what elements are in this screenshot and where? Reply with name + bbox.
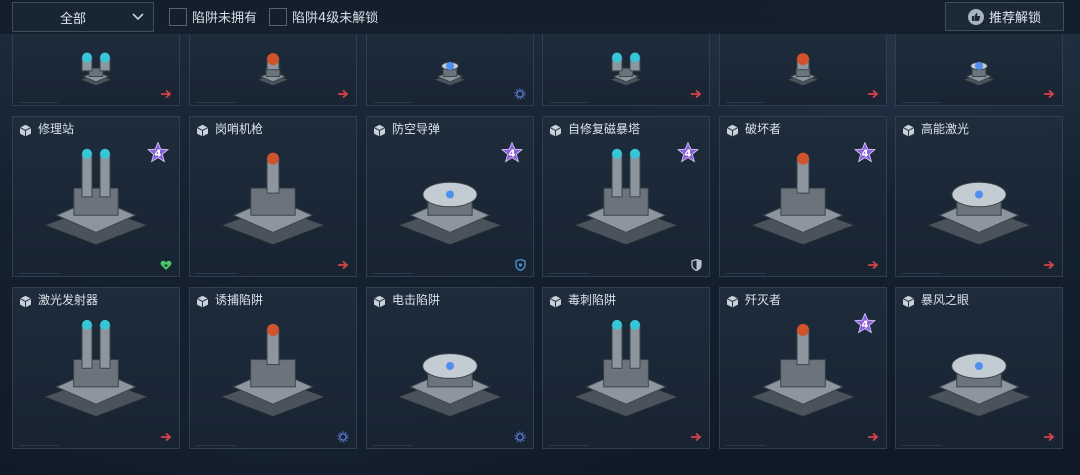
card-divider xyxy=(549,102,589,103)
category-dropdown-value: 全部 xyxy=(59,11,86,27)
svg-text:4: 4 xyxy=(509,149,516,160)
arrow-right-icon[interactable] xyxy=(159,431,173,443)
svg-text:4: 4 xyxy=(862,320,869,331)
card-divider xyxy=(726,102,766,103)
trap-image xyxy=(190,47,356,89)
card-divider xyxy=(19,445,59,446)
trap-image xyxy=(543,304,709,432)
trap-image xyxy=(367,47,533,89)
card-divider xyxy=(19,273,59,274)
arrow-right-icon[interactable] xyxy=(866,431,880,443)
card-divider xyxy=(902,445,942,446)
trap-card[interactable]: 防空导弹 4 xyxy=(366,116,534,277)
card-divider xyxy=(902,273,942,274)
trap-card[interactable]: 激光发射器 xyxy=(12,287,180,449)
trap-card[interactable] xyxy=(542,30,710,106)
filter-bar: 全部 陷阱未拥有 陷阱4级未解锁 推荐解锁 xyxy=(0,0,1080,34)
trap-card[interactable]: 岗哨机枪 xyxy=(189,116,357,277)
svg-text:4: 4 xyxy=(685,149,692,160)
trap-card[interactable]: 高能激光 xyxy=(895,116,1063,277)
trap-card[interactable]: 电击陷阱 xyxy=(366,287,534,449)
arrow-right-icon[interactable] xyxy=(689,88,703,100)
trap-image xyxy=(13,47,179,89)
gear-icon[interactable] xyxy=(336,431,350,443)
arrow-right-icon[interactable] xyxy=(336,88,350,100)
arrow-right-icon[interactable] xyxy=(1042,259,1056,271)
lv4-locked-filter[interactable]: 陷阱4级未解锁 xyxy=(269,6,378,27)
trap-card[interactable] xyxy=(895,30,1063,106)
shield-icon[interactable] xyxy=(513,259,527,271)
tier-badge: 4 xyxy=(853,141,877,164)
trap-image xyxy=(367,304,533,432)
trap-card[interactable]: 破坏者 4 xyxy=(719,116,887,277)
svg-text:4: 4 xyxy=(155,149,162,160)
trap-image xyxy=(543,47,709,89)
tier-badge: 4 xyxy=(500,141,524,164)
not-owned-label: 陷阱未拥有 xyxy=(192,11,258,26)
arrow-right-icon[interactable] xyxy=(866,259,880,271)
gear-icon[interactable] xyxy=(513,88,527,100)
arrow-right-icon[interactable] xyxy=(866,88,880,100)
category-dropdown[interactable]: 全部 xyxy=(12,2,154,32)
trap-card[interactable]: 毒刺陷阱 xyxy=(542,287,710,449)
card-divider xyxy=(373,102,413,103)
trap-card[interactable]: 歼灭者 4 xyxy=(719,287,887,449)
trap-image xyxy=(896,133,1062,260)
not-owned-filter[interactable]: 陷阱未拥有 xyxy=(169,6,257,27)
trap-card[interactable]: 自修复磁暴塔 4 xyxy=(542,116,710,277)
card-divider xyxy=(196,445,236,446)
heart-icon[interactable] xyxy=(159,259,173,271)
card-divider xyxy=(196,102,236,103)
tier-badge: 4 xyxy=(146,141,170,164)
thumbs-up-icon xyxy=(967,8,984,25)
trap-card[interactable]: 诱捕陷阱 xyxy=(189,287,357,449)
card-divider xyxy=(549,445,589,446)
trap-card[interactable] xyxy=(12,30,180,106)
trap-card[interactable] xyxy=(719,30,887,106)
arrow-right-icon[interactable] xyxy=(1042,431,1056,443)
gear-icon[interactable] xyxy=(513,431,527,443)
trap-image xyxy=(896,304,1062,432)
svg-text:4: 4 xyxy=(862,149,869,160)
arrow-right-icon[interactable] xyxy=(1042,88,1056,100)
card-divider xyxy=(19,102,59,103)
card-divider xyxy=(726,273,766,274)
arrow-right-icon[interactable] xyxy=(159,88,173,100)
trap-card[interactable] xyxy=(189,30,357,106)
trap-image xyxy=(13,304,179,432)
card-divider xyxy=(196,273,236,274)
trap-image xyxy=(896,47,1062,89)
card-divider xyxy=(549,273,589,274)
trap-image xyxy=(190,133,356,260)
trap-image xyxy=(190,304,356,432)
card-divider xyxy=(373,445,413,446)
chevron-down-icon xyxy=(123,2,153,32)
half-shield-icon[interactable] xyxy=(689,259,703,271)
not-owned-checkbox[interactable] xyxy=(169,7,187,26)
lv4-locked-label: 陷阱4级未解锁 xyxy=(292,11,379,26)
trap-image xyxy=(720,47,886,89)
recommend-unlock-label: 推荐解锁 xyxy=(988,11,1041,26)
card-divider xyxy=(902,102,942,103)
recommend-unlock-button[interactable]: 推荐解锁 xyxy=(945,2,1064,31)
trap-card[interactable]: 修理站 4 xyxy=(12,116,180,277)
arrow-right-icon[interactable] xyxy=(336,259,350,271)
tier-badge: 4 xyxy=(676,141,700,164)
arrow-right-icon[interactable] xyxy=(689,431,703,443)
tier-badge: 4 xyxy=(853,312,877,335)
lv4-locked-checkbox[interactable] xyxy=(269,7,287,26)
trap-card[interactable] xyxy=(366,30,534,106)
card-divider xyxy=(726,445,766,446)
card-divider xyxy=(373,273,413,274)
trap-card[interactable]: 暴风之眼 xyxy=(895,287,1063,449)
